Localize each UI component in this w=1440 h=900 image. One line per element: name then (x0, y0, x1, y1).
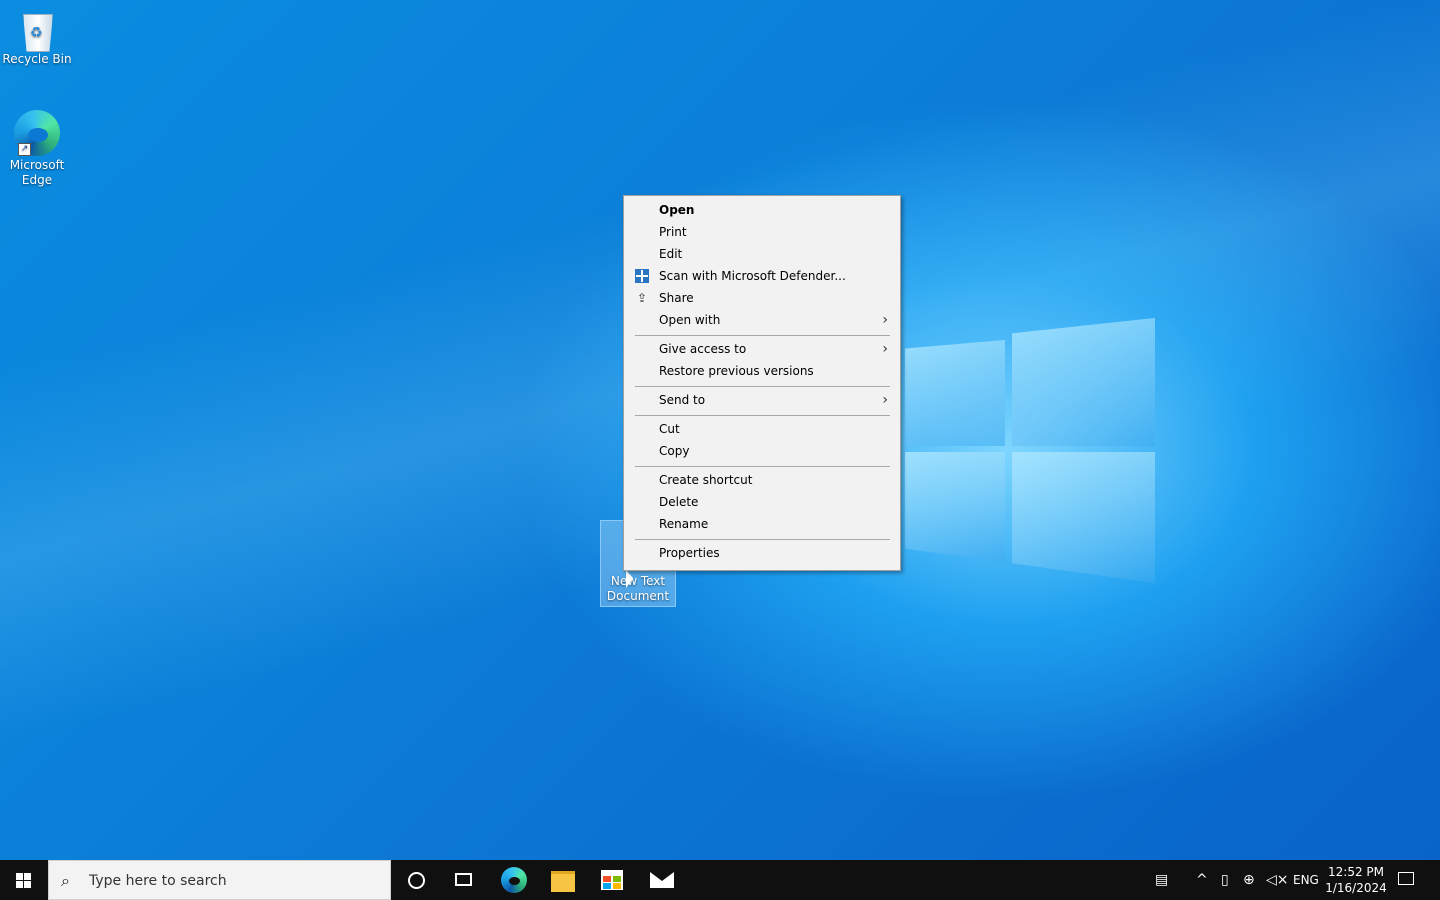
shortcut-arrow-icon: ↗ (18, 143, 31, 156)
desktop-icon-recycle-bin[interactable]: ♻ Recycle Bin (1, 8, 73, 67)
windows-logo-pane-tr (1012, 318, 1155, 446)
cortana-button[interactable] (392, 860, 440, 900)
news-widget-icon[interactable]: ▤ (1155, 872, 1168, 888)
recycle-bin-icon: ♻ (19, 8, 55, 52)
windows-logo-pane-tl (905, 340, 1005, 446)
taskbar-store-button[interactable] (589, 860, 637, 900)
chevron-up-icon[interactable]: ^ (1196, 872, 1208, 888)
desktop-icon-label: Microsoft Edge (9, 158, 65, 187)
volume-muted-icon[interactable]: ◁× (1266, 872, 1289, 888)
cortana-icon (408, 872, 425, 889)
store-icon (601, 870, 623, 890)
menu-separator (635, 386, 890, 387)
menu-item-print[interactable]: Print (626, 221, 898, 243)
menu-separator (635, 466, 890, 467)
folder-icon (551, 871, 575, 892)
menu-item-delete[interactable]: Delete (626, 491, 898, 513)
defender-icon (635, 269, 649, 283)
menu-item-properties[interactable]: Properties (626, 542, 898, 564)
search-icon: ⌕ (61, 871, 70, 890)
menu-item-open-with[interactable]: Open with › (626, 309, 898, 331)
notification-icon[interactable] (1398, 872, 1414, 885)
network-icon[interactable]: ⊕ (1243, 872, 1255, 888)
menu-item-copy[interactable]: Copy (626, 440, 898, 462)
menu-separator (635, 415, 890, 416)
edge-icon: ↗ (14, 110, 60, 156)
windows-logo-pane-br (1012, 452, 1155, 583)
desktop[interactable]: ♻ Recycle Bin ↗ Microsoft Edge New Text … (0, 0, 1440, 860)
chevron-right-icon: › (882, 392, 888, 408)
taskbar-file-explorer-button[interactable] (540, 860, 588, 900)
menu-item-rename[interactable]: Rename (626, 513, 898, 535)
mouse-cursor-icon (626, 570, 633, 588)
context-menu: Open Print Edit Scan with Microsoft Defe… (623, 195, 901, 571)
desktop-icon-label: New Text Document (606, 574, 670, 603)
search-placeholder: Type here to search (89, 873, 227, 889)
windows-logo-pane-bl (905, 452, 1005, 562)
taskbar-edge-button[interactable] (490, 860, 538, 900)
clock-time: 12:52 PM (1328, 865, 1384, 879)
task-view-button[interactable] (440, 860, 488, 900)
desktop-icon-label: Recycle Bin (2, 52, 72, 66)
menu-item-cut[interactable]: Cut (626, 418, 898, 440)
windows-icon (16, 873, 32, 889)
menu-separator (635, 335, 890, 336)
input-language[interactable]: ENG (1293, 873, 1319, 887)
clock-date: 1/16/2024 (1325, 881, 1387, 895)
menu-item-create-shortcut[interactable]: Create shortcut (626, 469, 898, 491)
share-icon: ⇪ (636, 291, 648, 305)
menu-separator (635, 539, 890, 540)
taskbar-mail-button[interactable] (638, 860, 686, 900)
taskbar-search-box[interactable]: ⌕ Type here to search (48, 860, 391, 900)
menu-item-edit[interactable]: Edit (626, 243, 898, 265)
menu-item-scan-defender[interactable]: Scan with Microsoft Defender... (626, 265, 898, 287)
menu-item-restore-previous-versions[interactable]: Restore previous versions (626, 360, 898, 382)
mail-icon (650, 872, 674, 888)
task-view-icon (455, 873, 472, 886)
chevron-right-icon: › (882, 341, 888, 357)
edge-icon (501, 867, 527, 893)
menu-item-send-to[interactable]: Send to › (626, 389, 898, 411)
camera-icon[interactable]: ▯ (1221, 872, 1229, 888)
taskbar: ⌕ Type here to search ▤ ^ ▯ ⊕ ◁× ENG 12:… (0, 860, 1440, 900)
start-button[interactable] (0, 860, 48, 900)
clock[interactable]: 12:52 PM 1/16/2024 (1322, 864, 1390, 896)
menu-item-open[interactable]: Open (626, 199, 898, 221)
desktop-icon-microsoft-edge[interactable]: ↗ Microsoft Edge (1, 110, 73, 188)
menu-item-share[interactable]: ⇪ Share (626, 287, 898, 309)
menu-item-give-access-to[interactable]: Give access to › (626, 338, 898, 360)
chevron-right-icon: › (882, 312, 888, 328)
